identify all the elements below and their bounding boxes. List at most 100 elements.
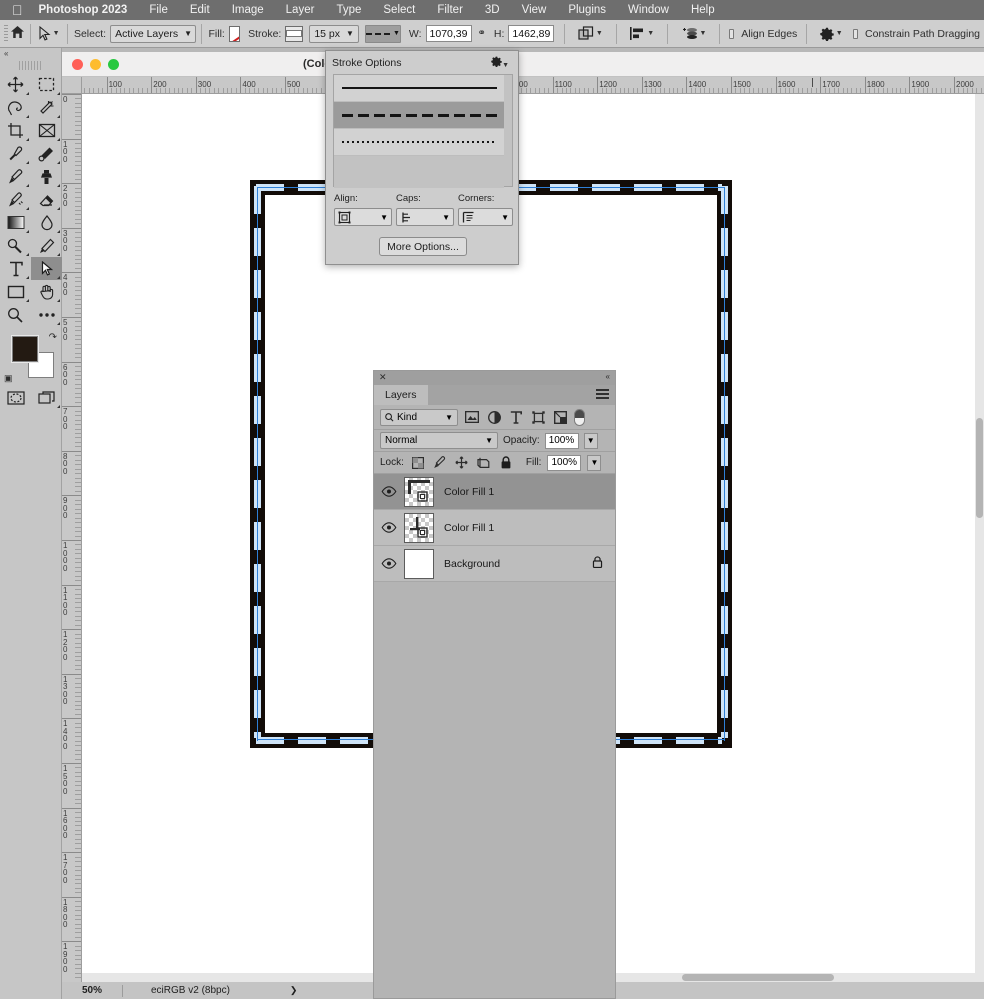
select-mode-dropdown[interactable]: Active Layers ▼ — [110, 24, 197, 43]
vertical-scrollbar[interactable] — [975, 94, 984, 982]
foreground-color-swatch[interactable] — [11, 335, 39, 363]
quick-mask-icon[interactable] — [0, 386, 31, 409]
menu-item-plugins[interactable]: Plugins — [557, 4, 617, 16]
stroke-preset-list[interactable] — [333, 74, 513, 188]
lasso-tool[interactable] — [0, 96, 31, 119]
filter-toggle-switch[interactable] — [574, 408, 585, 426]
zoom-tool[interactable] — [0, 303, 31, 326]
double-chevron-left-icon[interactable]: « — [0, 48, 61, 61]
width-input[interactable]: 1070,39 — [425, 25, 472, 42]
frame-tool[interactable] — [31, 119, 62, 142]
fill-swatch[interactable] — [228, 25, 241, 42]
blend-mode-dropdown[interactable]: Normal ▼ — [380, 432, 498, 449]
screen-mode-icon[interactable] — [31, 386, 62, 409]
height-input[interactable]: 1462,89 — [508, 25, 555, 42]
menu-item-file[interactable]: File — [138, 4, 179, 16]
stroke-width-dropdown[interactable]: 15 px ▼ — [309, 24, 359, 43]
solid-line-preset[interactable] — [334, 75, 504, 102]
swap-colors-icon[interactable]: ↷ — [49, 332, 57, 343]
double-chevron-left-icon[interactable]: « — [606, 372, 610, 381]
layer-name[interactable]: Background — [444, 558, 500, 570]
close-icon[interactable]: ✕ — [379, 372, 387, 383]
zoom-level[interactable]: 50% — [62, 985, 122, 996]
filter-shape-icon[interactable] — [530, 409, 546, 425]
fill-stepper[interactable]: ▼ — [587, 454, 602, 471]
menu-item-filter[interactable]: Filter — [426, 4, 474, 16]
more-options-button[interactable]: More Options... — [379, 237, 467, 256]
type-tool[interactable] — [0, 257, 31, 280]
caps-dropdown[interactable]: ▼ — [396, 208, 454, 226]
gear-icon[interactable]: ▼ — [818, 27, 845, 41]
menu-item-image[interactable]: Image — [221, 4, 275, 16]
rectangle-tool[interactable] — [0, 280, 31, 303]
lock-all-icon[interactable] — [498, 455, 514, 471]
path-operations-icon[interactable]: ▼ — [576, 26, 605, 41]
hand-tool[interactable] — [31, 280, 62, 303]
table-row[interactable]: Color Fill 1 — [374, 474, 615, 510]
crop-tool[interactable] — [0, 119, 31, 142]
chevron-right-icon[interactable]: ❯ — [230, 985, 298, 996]
vertical-scrollbar-thumb[interactable] — [976, 418, 983, 518]
table-row[interactable]: Color Fill 1 — [374, 510, 615, 546]
opacity-value[interactable]: 100% — [544, 432, 579, 449]
home-icon[interactable] — [10, 25, 25, 42]
lock-transparent-pixels-icon[interactable] — [410, 455, 426, 471]
filter-smartobject-icon[interactable] — [552, 409, 568, 425]
clone-stamp-tool[interactable] — [31, 165, 62, 188]
lock-position-icon[interactable] — [454, 455, 470, 471]
fill-value[interactable]: 100% — [547, 454, 582, 471]
layer-visibility-icon[interactable] — [374, 486, 404, 497]
tab-layers[interactable]: Layers — [374, 385, 428, 405]
horizontal-ruler[interactable]: 0100200300400500600700800900100011001200… — [62, 77, 984, 94]
menu-app-name[interactable]: Photoshop 2023 — [35, 4, 139, 16]
path-selection-tool[interactable] — [31, 257, 62, 280]
filter-pixel-icon[interactable] — [464, 409, 480, 425]
rectangular-marquee-tool[interactable] — [31, 73, 62, 96]
path-alignment-icon[interactable]: ▼ — [627, 26, 656, 41]
menu-item-layer[interactable]: Layer — [275, 4, 326, 16]
default-colors-icon[interactable]: ▣ — [4, 373, 13, 384]
options-bar-grip[interactable] — [4, 24, 9, 43]
opacity-stepper[interactable]: ▼ — [583, 432, 598, 449]
filter-adjustment-icon[interactable] — [486, 409, 502, 425]
menu-item-select[interactable]: Select — [372, 4, 426, 16]
magic-wand-tool[interactable] — [31, 96, 62, 119]
align-edges-checkbox[interactable] — [728, 28, 735, 39]
menu-item-edit[interactable]: Edit — [179, 4, 221, 16]
chevron-down-icon[interactable]: ▼ — [53, 30, 60, 37]
history-brush-tool[interactable] — [0, 188, 31, 211]
layer-thumbnail[interactable] — [404, 548, 434, 579]
layer-visibility-icon[interactable] — [374, 522, 404, 533]
layer-thumbnail[interactable] — [404, 476, 434, 507]
corners-dropdown[interactable]: ▼ — [458, 208, 513, 226]
path-selection-tool-icon[interactable]: ▼ — [36, 26, 62, 41]
horizontal-scrollbar-thumb[interactable] — [682, 974, 834, 981]
dodge-tool[interactable] — [0, 234, 31, 257]
menu-item-type[interactable]: Type — [325, 4, 372, 16]
layer-name[interactable]: Color Fill 1 — [444, 486, 494, 498]
link-chain-icon[interactable]: ⚭ — [478, 28, 486, 39]
menu-item-help[interactable]: Help — [680, 4, 726, 16]
constrain-path-dragging-checkbox[interactable] — [852, 28, 859, 39]
brush-tool[interactable] — [0, 165, 31, 188]
filter-type-icon[interactable] — [508, 409, 524, 425]
eraser-tool[interactable] — [31, 188, 62, 211]
menu-item-view[interactable]: View — [511, 4, 558, 16]
close-window-button[interactable] — [72, 58, 83, 70]
menu-item-window[interactable]: Window — [617, 4, 680, 16]
minimize-window-button[interactable] — [90, 58, 101, 70]
dotted-line-preset[interactable] — [334, 129, 504, 156]
layer-thumbnail[interactable] — [404, 512, 434, 543]
tools-panel-grip[interactable] — [18, 61, 43, 70]
gradient-tool[interactable] — [0, 211, 31, 234]
move-tool[interactable] — [0, 73, 31, 96]
align-dropdown[interactable]: ▼ — [334, 208, 392, 226]
layer-visibility-icon[interactable] — [374, 558, 404, 569]
zoom-window-button[interactable] — [108, 58, 119, 70]
stroke-swatch[interactable] — [285, 25, 304, 42]
layers-panel-titlebar[interactable]: ✕ « — [374, 371, 615, 385]
dashed-line-preset[interactable] — [334, 102, 504, 129]
table-row[interactable]: Background — [374, 546, 615, 582]
ruler-corner[interactable] — [62, 77, 82, 94]
gear-icon[interactable]: ▼ — [491, 56, 509, 70]
